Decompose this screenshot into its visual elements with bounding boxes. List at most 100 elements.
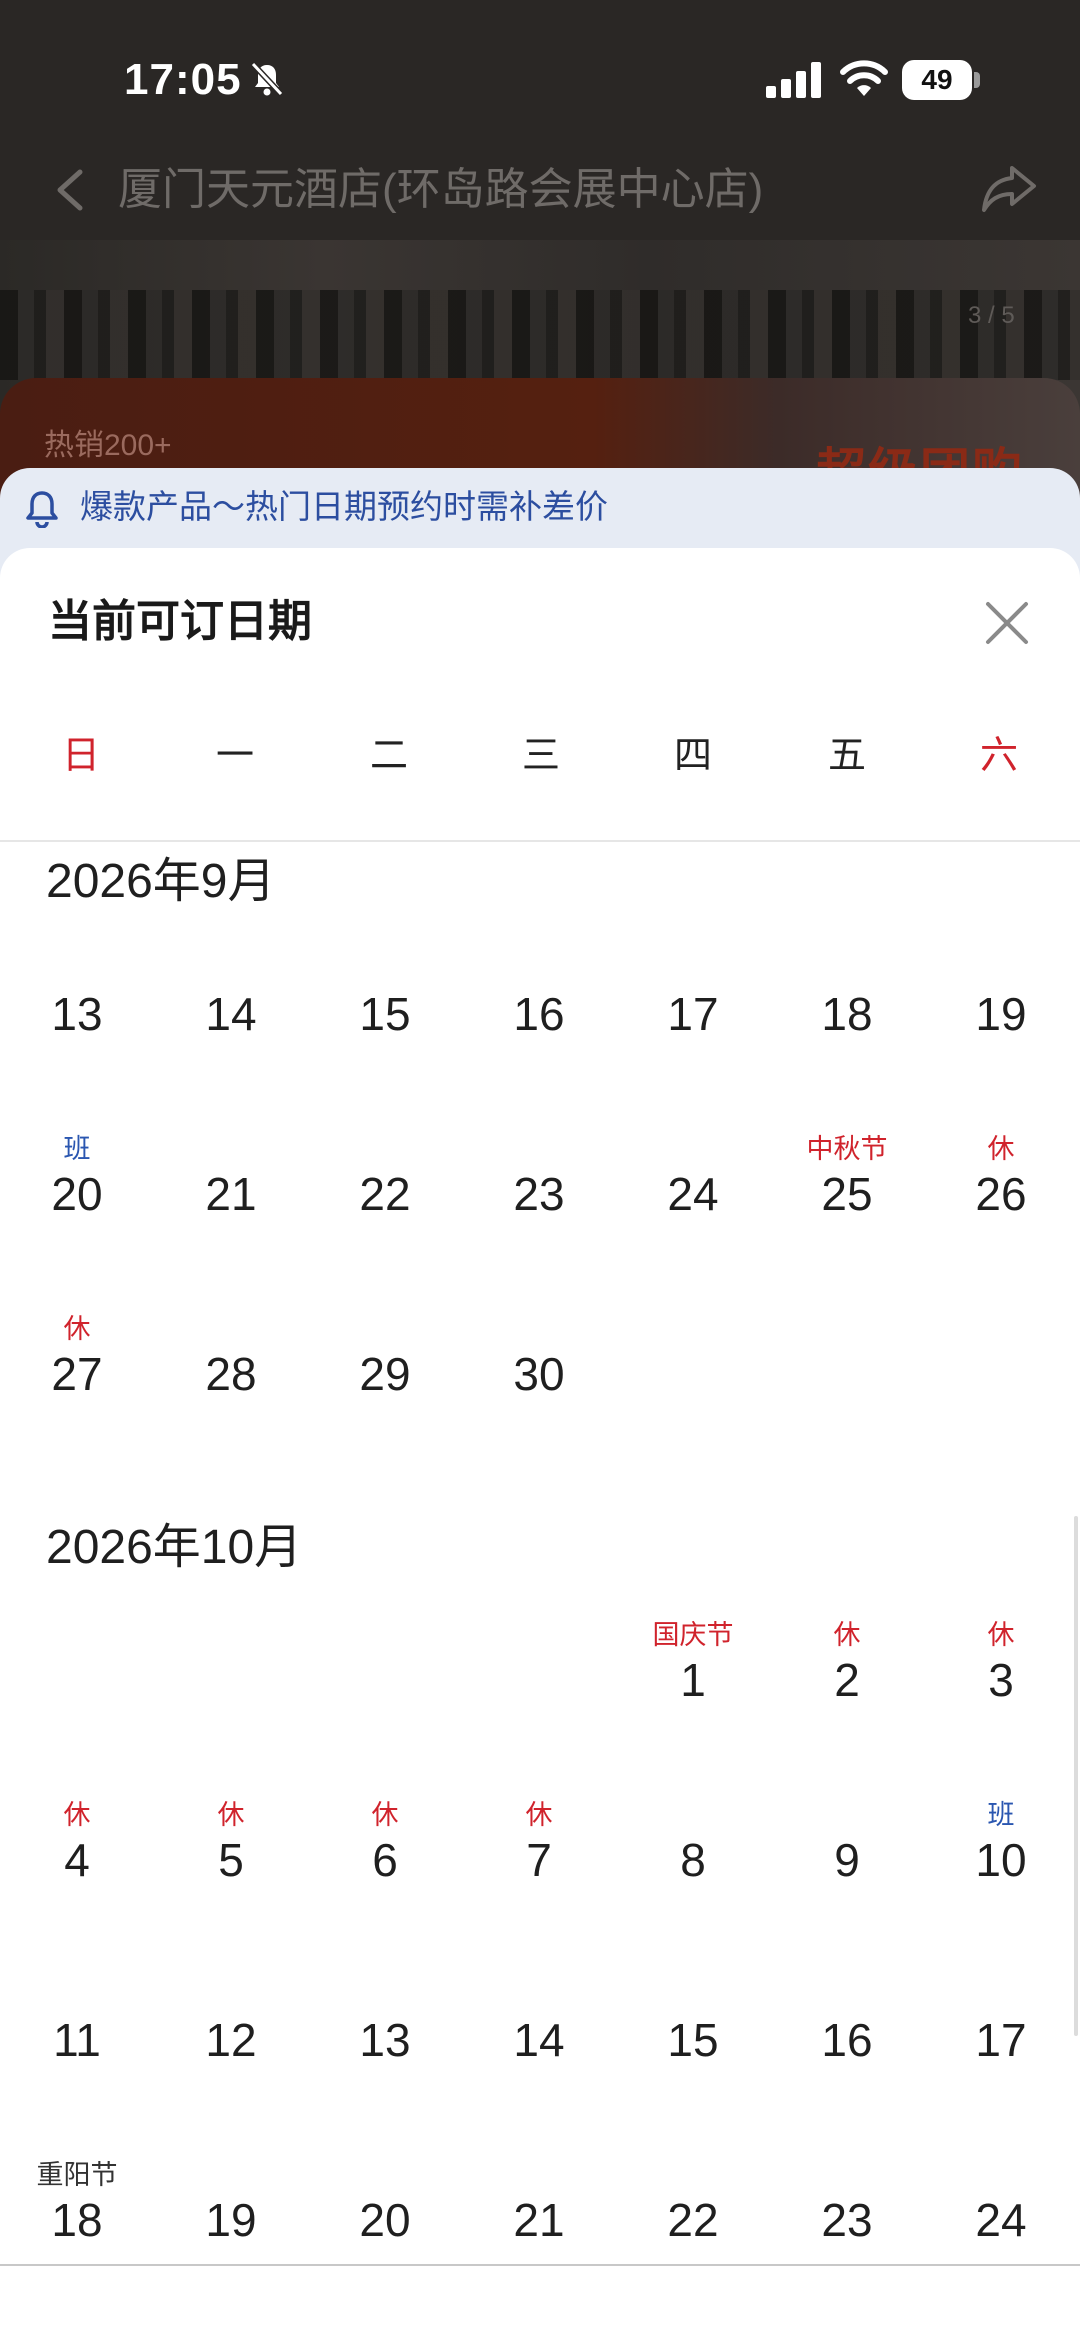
date-tag: 休	[833, 1620, 861, 1650]
date-cell[interactable]: 14	[154, 952, 308, 1072]
date-cell[interactable]: 班 10	[924, 1798, 1078, 1918]
bottom-divider	[0, 2264, 1080, 2266]
date-number: 23	[821, 2194, 873, 2246]
date-cell[interactable]: 休 27	[0, 1312, 154, 1432]
date-cell[interactable]: 休2	[770, 1618, 924, 1738]
date-cell[interactable]: 16	[462, 952, 616, 1072]
scrollbar[interactable]	[1074, 1516, 1078, 2036]
date-tag	[616, 1132, 770, 1166]
date-cell[interactable]: 19	[924, 952, 1078, 1072]
date-tag: 休	[987, 1620, 1015, 1650]
weekday-header: 日 一 二 三 四 五 六	[0, 726, 1080, 786]
weekday-sun: 日	[61, 735, 100, 777]
date-number: 2	[834, 1654, 860, 1706]
date-tag	[154, 1132, 308, 1166]
date-number: 27	[51, 1348, 103, 1400]
date-tag: 休	[987, 1134, 1015, 1164]
weekday-sat: 六	[979, 735, 1018, 777]
bell-slash-icon	[250, 61, 284, 97]
date-tag	[0, 1978, 154, 2012]
date-number: 22	[667, 2194, 719, 2246]
date-cell[interactable]: 13	[0, 952, 154, 1072]
date-cell[interactable]: 休4	[0, 1798, 154, 1918]
notice-text: 爆款产品～热门日期预约时需补差价	[80, 488, 608, 525]
date-cell[interactable]: 国庆节 1	[616, 1618, 770, 1738]
date-tag: 国庆节	[652, 1620, 734, 1650]
weekday-mon: 一	[215, 735, 254, 777]
date-cell[interactable]: 17	[616, 952, 770, 1072]
close-icon[interactable]	[978, 594, 1036, 652]
date-number: 19	[975, 988, 1027, 1040]
date-cell[interactable]: 19	[154, 2158, 308, 2278]
share-icon[interactable]	[980, 162, 1038, 214]
date-cell[interactable]: 24	[616, 1132, 770, 1252]
date-cell[interactable]: 16	[770, 1978, 924, 2098]
date-tag: 休	[63, 1314, 91, 1344]
date-tag	[616, 2158, 770, 2192]
back-arrow-icon[interactable]	[50, 166, 90, 214]
background-page: 17:05 49 厦门天元酒店(环岛路会展中心店) 3 / 5 热销200+ 超…	[0, 0, 1080, 520]
date-number: 23	[513, 1168, 565, 1220]
date-cell[interactable]: 休 26	[924, 1132, 1078, 1252]
date-cell[interactable]: 21	[462, 2158, 616, 2278]
date-tag	[462, 2158, 616, 2192]
date-tag: 班	[987, 1800, 1015, 1830]
date-tag	[462, 1978, 616, 2012]
date-cell[interactable]: 14	[462, 1978, 616, 2098]
weekday-fri: 五	[827, 735, 866, 777]
date-number: 15	[359, 988, 411, 1040]
date-number: 30	[513, 1348, 565, 1400]
date-tag: 休	[371, 1800, 399, 1830]
date-number: 15	[667, 2014, 719, 2066]
date-cell[interactable]: 15	[616, 1978, 770, 2098]
date-number: 25	[821, 1168, 873, 1220]
date-cell[interactable]: 班 20	[0, 1132, 154, 1252]
date-cell[interactable]: 24	[924, 2158, 1078, 2278]
date-cell[interactable]: 休7	[462, 1798, 616, 1918]
date-number: 17	[975, 2014, 1027, 2066]
date-number: 14	[513, 2014, 565, 2066]
date-tag	[770, 2158, 924, 2192]
bell-icon	[26, 491, 58, 528]
date-cell[interactable]: 重阳节 18	[0, 2158, 154, 2278]
date-cell[interactable]: 休6	[308, 1798, 462, 1918]
date-cell[interactable]: 29	[308, 1312, 462, 1432]
date-cell[interactable]: 8	[616, 1798, 770, 1918]
image-page-indicator: 3 / 5	[968, 302, 1015, 329]
date-cell[interactable]: 21	[154, 1132, 308, 1252]
date-number: 24	[975, 2194, 1027, 2246]
date-number: 12	[205, 2014, 257, 2066]
date-number: 7	[526, 1834, 552, 1886]
date-tag	[308, 952, 462, 986]
date-number: 26	[975, 1168, 1027, 1220]
date-cell[interactable]: 休5	[154, 1798, 308, 1918]
date-cell[interactable]: 中秋节 25	[770, 1132, 924, 1252]
date-cell[interactable]: 11	[0, 1978, 154, 2098]
date-tag	[308, 1312, 462, 1346]
date-cell[interactable]: 20	[308, 2158, 462, 2278]
date-cell[interactable]: 28	[154, 1312, 308, 1432]
date-cell[interactable]: 17	[924, 1978, 1078, 2098]
date-number: 21	[513, 2194, 565, 2246]
date-number: 29	[359, 1348, 411, 1400]
date-cell[interactable]: 12	[154, 1978, 308, 2098]
date-cell[interactable]: 13	[308, 1978, 462, 2098]
date-cell[interactable]: 22	[308, 1132, 462, 1252]
date-cell[interactable]: 23	[770, 2158, 924, 2278]
date-cell[interactable]: 22	[616, 2158, 770, 2278]
date-cell[interactable]: 30	[462, 1312, 616, 1432]
date-number: 13	[51, 988, 103, 1040]
date-number: 22	[359, 1168, 411, 1220]
date-number: 18	[51, 2194, 103, 2246]
calendar-scroll[interactable]: 2026年9月 13 14 15 16 17 18 19 班 20 21 22 23 24 中秋节 25 休 26…	[0, 842, 1080, 2292]
date-tag	[616, 1798, 770, 1832]
date-tag	[770, 1798, 924, 1832]
date-cell[interactable]: 23	[462, 1132, 616, 1252]
date-cell[interactable]: 9	[770, 1798, 924, 1918]
date-cell[interactable]: 18	[770, 952, 924, 1072]
date-number: 6	[372, 1834, 398, 1886]
date-number: 24	[667, 1168, 719, 1220]
date-tag: 休	[63, 1800, 91, 1830]
date-cell[interactable]: 15	[308, 952, 462, 1072]
date-cell[interactable]: 休3	[924, 1618, 1078, 1738]
